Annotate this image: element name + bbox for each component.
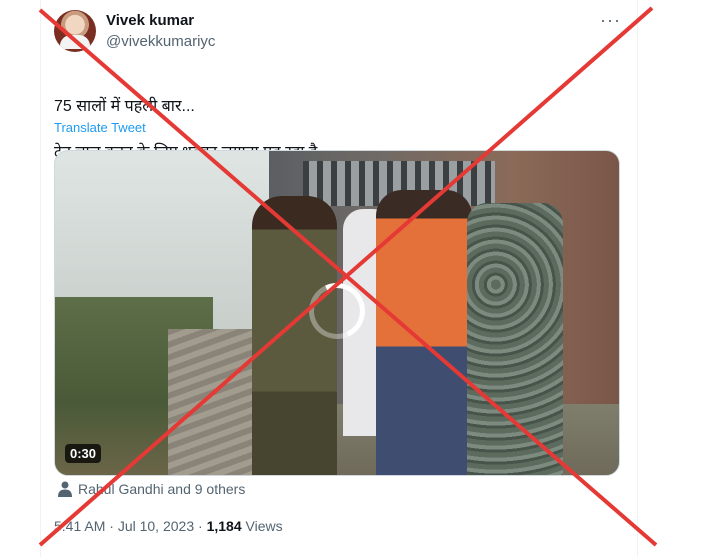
meta-separator: ·	[109, 518, 114, 534]
views-count: 1,184	[206, 518, 242, 534]
display-name[interactable]: Vivek kumar	[106, 12, 194, 29]
video-frame-person	[376, 189, 473, 475]
video-duration-badge: 0:30	[65, 444, 102, 463]
translate-tweet-link[interactable]: Translate Tweet	[54, 120, 146, 135]
meta-separator: ·	[198, 518, 203, 534]
more-icon[interactable]: ···	[600, 10, 621, 31]
video-player[interactable]: 0:30	[54, 150, 620, 476]
tagged-users[interactable]: Rahul Gandhi and 9 others	[58, 481, 245, 497]
avatar[interactable]	[54, 10, 96, 52]
person-icon	[58, 481, 72, 497]
user-handle[interactable]: @vivekkumariyc	[106, 33, 215, 50]
tweet-time[interactable]: 5:41 AM	[54, 518, 105, 534]
tweet-text-line-1: 75 सालों में पहली बार...	[54, 98, 195, 115]
tweet-date[interactable]: Jul 10, 2023	[118, 518, 194, 534]
tweet-meta: 5:41 AM · Jul 10, 2023 · 1,184 Views	[54, 518, 283, 534]
video-frame-person	[466, 202, 563, 475]
views-label: Views	[245, 518, 283, 534]
tagged-users-label: Rahul Gandhi and 9 others	[78, 481, 246, 497]
